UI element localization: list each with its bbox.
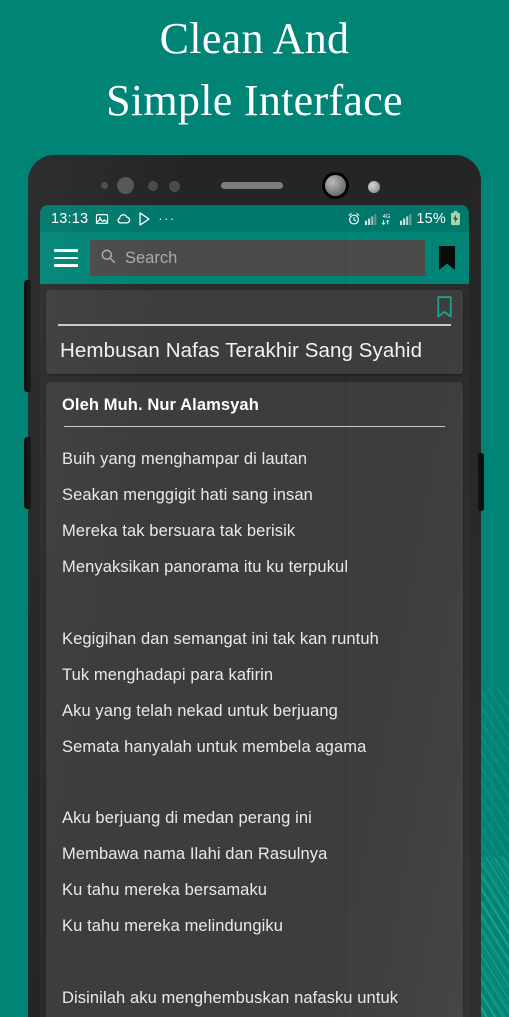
device-top-bezel (28, 155, 481, 205)
poem-stanza: Disinilah aku menghembuskan nafasku untu… (62, 981, 447, 1017)
phone-screen: 13:13 ··· 4G 15% Search Hembusan Nafas T… (40, 205, 469, 1017)
status-bar-right: 4G 15% (347, 211, 461, 227)
earpiece-speaker (221, 182, 283, 189)
promo-headline-line-2: Simple Interface (106, 76, 403, 126)
poem-bookmark-row (56, 295, 453, 323)
poem-line: Aku berjuang di medan perang ini (62, 809, 312, 828)
status-overflow-icon: ··· (158, 211, 176, 226)
sensor-dot-icon (101, 182, 108, 189)
front-camera-icon (325, 175, 346, 196)
sensor-dot-icon (148, 181, 158, 191)
image-icon (95, 212, 109, 226)
bookmark-filled-icon[interactable] (437, 245, 457, 271)
poem-stanza: Aku berjuang di medan perang ini Membawa … (62, 801, 447, 945)
promo-headline: Clean And Simple Interface (0, 0, 509, 133)
play-store-icon (138, 211, 151, 226)
poem-stanza: Buih yang menghampar di lautan Seakan men… (62, 442, 447, 586)
4g-data-icon: 4G (381, 212, 396, 226)
poem-line: Ku tahu mereka bersamaku (62, 881, 268, 900)
app-bar: Search (40, 232, 469, 284)
poem-body-card[interactable]: Oleh Muh. Nur Alamsyah Buih yang mengham… (46, 381, 463, 1017)
status-bar: 13:13 ··· 4G 15% (40, 205, 469, 232)
status-bar-clock: 13:13 (51, 210, 89, 227)
signal-bars-icon (365, 213, 377, 225)
volume-button[interactable] (24, 280, 31, 392)
signal-bars-icon (400, 213, 412, 225)
bookmark-outline-icon[interactable] (436, 295, 453, 323)
promo-headline-line-1: Clean And (159, 14, 350, 63)
poem-line: Buih yang menghampar di lautan (62, 450, 308, 469)
alarm-icon (347, 212, 361, 226)
poem-line: Seakan menggigit hati sang insan (62, 486, 313, 505)
battery-percent-label: 15% (416, 210, 446, 227)
led-indicator-icon (368, 181, 380, 193)
poem-line: Disinilah aku menghembuskan nafasku untu… (62, 989, 399, 1008)
search-icon (100, 248, 116, 269)
svg-text:4G: 4G (383, 214, 391, 220)
author-divider (64, 425, 445, 428)
cloud-icon (116, 212, 131, 225)
poem-title: Hembusan Nafas Terakhir Sang Syahid (60, 339, 423, 362)
bixby-button[interactable] (24, 437, 31, 509)
poem-author: Oleh Muh. Nur Alamsyah (62, 395, 259, 414)
power-button[interactable] (478, 453, 484, 511)
phone-mockup: 13:13 ··· 4G 15% Search Hembusan Nafas T… (24, 155, 484, 1017)
search-placeholder: Search (125, 248, 178, 267)
poem-line: Membawa nama Ilahi dan Rasulnya (62, 845, 328, 864)
poem-line: Aku yang telah nekad untuk berjuang (62, 701, 338, 720)
poem-line: Tuk menghadapi para kafirin (62, 665, 274, 684)
poem-scroll-area[interactable]: Hembusan Nafas Terakhir Sang Syahid Oleh… (40, 284, 469, 1017)
sensor-dot-icon (169, 181, 180, 192)
poem-line: Menyaksikan panorama itu ku terpukul (62, 557, 349, 576)
proximity-sensor-icon (117, 177, 134, 194)
poem-stanzas: Buih yang menghampar di lautan Seakan men… (62, 442, 447, 1017)
search-input[interactable]: Search (90, 240, 425, 276)
poem-title-card[interactable]: Hembusan Nafas Terakhir Sang Syahid (46, 290, 463, 374)
poem-line: Mereka tak bersuara tak berisik (62, 521, 296, 540)
poem-line: Semata hanyalah untuk membela agama (62, 737, 367, 756)
poem-line: Ku tahu mereka melindungiku (62, 917, 283, 936)
status-bar-left: 13:13 ··· (51, 211, 176, 227)
poem-line: Kegigihan dan semangat ini tak kan runtu… (62, 629, 379, 648)
battery-charging-icon (450, 211, 461, 226)
poem-stanza: Kegigihan dan semangat ini tak kan runtu… (62, 622, 447, 766)
hamburger-menu-icon[interactable] (54, 249, 78, 267)
